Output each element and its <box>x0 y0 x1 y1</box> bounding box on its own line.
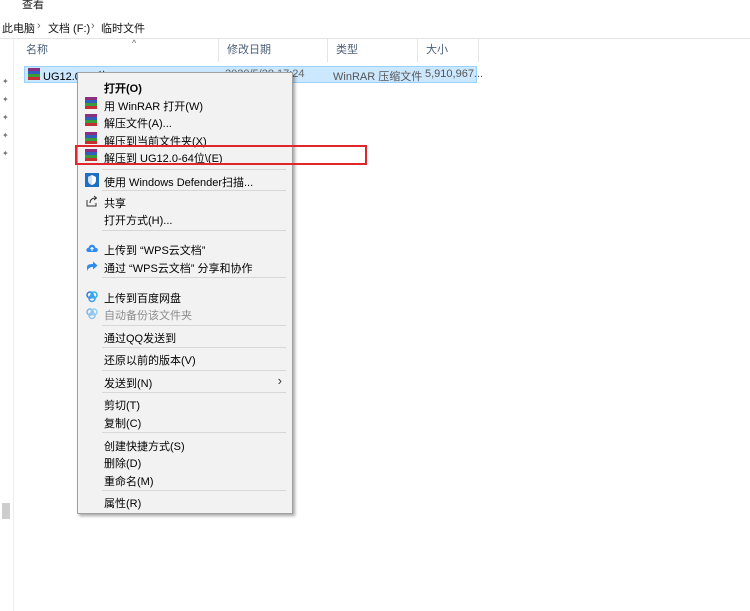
menu-copy[interactable]: 复制(C) <box>80 412 290 430</box>
menu-share[interactable]: 共享 <box>80 192 290 210</box>
menu-separator <box>102 277 286 278</box>
winrar-archive-icon <box>28 68 40 80</box>
sort-up-icon: ^ <box>132 38 137 48</box>
menu-properties-label: 属性(R) <box>104 498 142 510</box>
defender-shield-icon <box>85 173 99 187</box>
menu-qq-send[interactable]: 通过QQ发送到 <box>80 327 290 345</box>
menu-extract-files-label: 解压文件(A)... <box>104 118 172 130</box>
winrar-icon <box>85 132 99 146</box>
nav-scrollbar-thumb[interactable] <box>2 503 10 519</box>
baidu-netdisk-icon <box>85 289 99 303</box>
menu-separator <box>102 230 286 231</box>
menu-baidu-upload[interactable]: 上传到百度网盘 <box>80 287 290 305</box>
menu-separator <box>102 432 286 433</box>
menu-baidu-backup[interactable]: 自动备份该文件夹 <box>80 304 290 322</box>
breadcrumb-separator: › <box>91 20 95 32</box>
column-size[interactable]: 大小 <box>418 38 479 62</box>
menu-defender-scan[interactable]: 使用 Windows Defender扫描... <box>80 171 290 189</box>
menu-qq-send-label: 通过QQ发送到 <box>104 333 177 345</box>
menu-properties[interactable]: 属性(R) <box>80 492 290 510</box>
menu-send-to[interactable]: 发送到(N) › <box>80 372 290 390</box>
share-icon <box>85 194 99 208</box>
pin-icon: ✦ <box>2 131 9 140</box>
menu-copy-label: 复制(C) <box>104 418 142 430</box>
menu-baidu-backup-label: 自动备份该文件夹 <box>104 310 192 322</box>
menu-restore-previous[interactable]: 还原以前的版本(V) <box>80 349 290 367</box>
file-size: 5,910,967... <box>425 68 484 80</box>
breadcrumb-temp-folder[interactable]: 临时文件 <box>101 20 145 36</box>
wps-share-icon <box>85 259 99 273</box>
context-menu: 打开(O) 用 WinRAR 打开(W) 解压文件(A)... 解压到当前文件夹… <box>77 72 293 514</box>
pin-icon: ✦ <box>2 113 9 122</box>
column-date[interactable]: 修改日期 <box>219 38 328 62</box>
menu-send-to-label: 发送到(N) <box>104 378 153 390</box>
menu-rename-label: 重命名(M) <box>104 476 154 488</box>
winrar-icon <box>85 97 99 111</box>
menu-restore-previous-label: 还原以前的版本(V) <box>104 355 196 367</box>
ribbon: 查看 <box>0 0 750 12</box>
menu-open-label: 打开(O) <box>104 83 142 95</box>
menu-separator <box>102 392 286 393</box>
menu-separator <box>102 190 286 191</box>
menu-separator <box>102 325 286 326</box>
navigation-pane: ✦ ✦ ✦ ✦ ✦ <box>0 38 14 611</box>
menu-wps-upload[interactable]: 上传到 “WPS云文档” <box>80 239 290 257</box>
menu-wps-upload-label: 上传到 “WPS云文档” <box>104 245 206 257</box>
address-bar[interactable]: 此电脑 › 文档 (F:) › 临时文件 <box>0 14 750 39</box>
menu-defender-scan-label: 使用 Windows Defender扫描... <box>104 177 254 189</box>
menu-wps-share[interactable]: 通过 “WPS云文档” 分享和协作 <box>80 257 290 275</box>
menu-rename[interactable]: 重命名(M) <box>80 470 290 488</box>
column-name[interactable]: 名称 <box>18 38 219 62</box>
menu-separator <box>102 169 286 170</box>
breadcrumb-this-pc[interactable]: 此电脑 <box>2 20 35 36</box>
menu-delete[interactable]: 删除(D) <box>80 452 290 470</box>
menu-cut-label: 剪切(T) <box>104 400 141 412</box>
pin-icon: ✦ <box>2 149 9 158</box>
menu-create-shortcut[interactable]: 创建快捷方式(S) <box>80 435 290 453</box>
highlight-box <box>75 145 367 165</box>
menu-cut[interactable]: 剪切(T) <box>80 394 290 412</box>
cloud-upload-icon <box>85 241 99 255</box>
submenu-arrow-icon: › <box>277 373 282 388</box>
menu-separator <box>102 347 286 348</box>
baidu-netdisk-icon <box>85 306 99 320</box>
menu-open-with-label: 打开方式(H)... <box>104 215 173 227</box>
winrar-icon <box>85 114 99 128</box>
column-type[interactable]: 类型 <box>328 38 418 62</box>
menu-open-winrar[interactable]: 用 WinRAR 打开(W) <box>80 95 290 113</box>
menu-wps-share-label: 通过 “WPS云文档” 分享和协作 <box>104 263 253 275</box>
menu-open[interactable]: 打开(O) <box>80 77 290 95</box>
view-tab[interactable]: 查看 <box>22 0 44 12</box>
menu-separator <box>102 370 286 371</box>
column-header: 名称 ^ 修改日期 类型 大小 <box>14 38 750 62</box>
breadcrumb-documents[interactable]: 文档 (F:) <box>48 20 90 36</box>
file-type: WinRAR 压缩文件 <box>333 71 423 83</box>
breadcrumb-separator: › <box>37 20 41 32</box>
pin-icon: ✦ <box>2 95 9 104</box>
pin-icon: ✦ <box>2 77 9 86</box>
menu-separator <box>102 490 286 491</box>
menu-open-with[interactable]: 打开方式(H)... <box>80 209 290 227</box>
menu-extract-files[interactable]: 解压文件(A)... <box>80 112 290 130</box>
menu-delete-label: 删除(D) <box>104 458 142 470</box>
